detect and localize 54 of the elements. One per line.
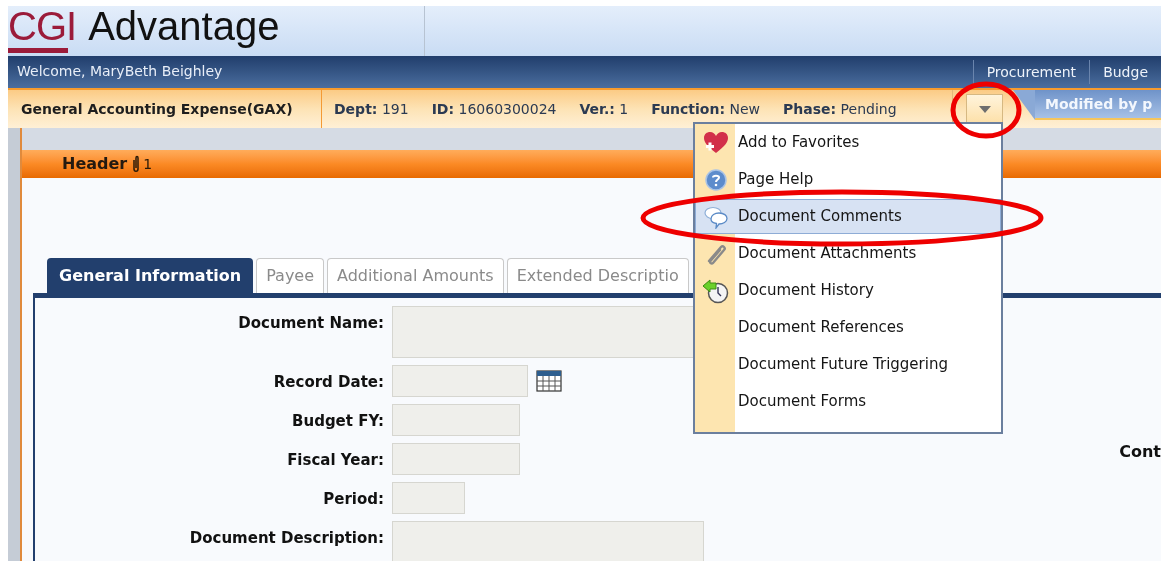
document-info: Ver.: 1 <box>579 99 629 119</box>
menu-item-label: Document Comments <box>737 208 902 225</box>
field-label: Budget FY: <box>291 411 385 432</box>
menu-item-label: Document History <box>737 282 874 299</box>
caret-icon <box>978 105 991 113</box>
speech-bubbles-icon <box>703 204 729 229</box>
date-field[interactable] <box>392 365 528 397</box>
logo-underline <box>8 48 68 53</box>
document-info: Dept: 191 <box>334 99 409 119</box>
menu-item[interactable]: Document References <box>695 310 1001 345</box>
field-label: Fiscal Year: <box>286 450 385 471</box>
field-label: Cont <box>1119 441 1161 463</box>
help-icon <box>705 168 727 191</box>
menu-item-label: Document Attachments <box>737 245 917 262</box>
menu-item[interactable]: Document Forms <box>695 384 1001 419</box>
section-title: Header <box>62 153 128 175</box>
heart-plus-icon <box>703 130 729 155</box>
logo-mark: CGI <box>8 6 77 46</box>
field-label: Record Date: <box>272 372 385 393</box>
nav-link[interactable]: Budge <box>1089 60 1161 84</box>
menu-item[interactable]: Add to Favorites <box>695 125 1001 160</box>
document-info: ID: 16060300024 <box>431 99 557 119</box>
calendar-icon[interactable] <box>536 370 562 392</box>
field-label: Document Description: <box>188 528 385 549</box>
menu-item[interactable]: Document Comments <box>695 199 1001 234</box>
menu-item-label: Page Help <box>737 171 814 188</box>
nav-link[interactable]: Procurement <box>972 60 1090 84</box>
dropdown-button[interactable] <box>966 94 1003 124</box>
text-field[interactable] <box>392 404 520 436</box>
document-info: Phase: Pending <box>783 99 897 119</box>
menu-item[interactable]: Document Future Triggering <box>695 347 1001 382</box>
tab[interactable]: Additional Amounts <box>327 258 504 293</box>
field-label: Period: <box>322 489 385 510</box>
text-field[interactable] <box>392 482 465 514</box>
menu-item[interactable]: Page Help <box>695 162 1001 197</box>
menu-item-label: Add to Favorites <box>737 134 860 151</box>
tab-slant <box>1013 90 1035 120</box>
menu-item[interactable]: Document History <box>695 273 1001 308</box>
text-field[interactable] <box>392 443 520 475</box>
menu-item-label: Document References <box>737 319 904 336</box>
menu-item-label: Document Forms <box>737 393 867 410</box>
text-area[interactable] <box>392 521 704 561</box>
annotation-circle <box>950 81 1022 139</box>
logo-text: Advantage <box>88 6 280 46</box>
welcome-text: Welcome, MaryBeth Beighley <box>17 62 223 81</box>
attachment-count: 1 <box>143 154 153 174</box>
tab[interactable]: General Information <box>47 258 254 293</box>
menu-item[interactable]: Document Attachments <box>695 236 1001 271</box>
clock-arrow-icon <box>702 277 730 304</box>
tab[interactable]: Extended Descriptio <box>506 258 689 293</box>
paperclip-icon <box>131 155 142 173</box>
field-label: Document Name: <box>237 313 385 334</box>
menu-item-label: Document Future Triggering <box>737 356 948 373</box>
document-info: Function: New <box>651 99 761 119</box>
